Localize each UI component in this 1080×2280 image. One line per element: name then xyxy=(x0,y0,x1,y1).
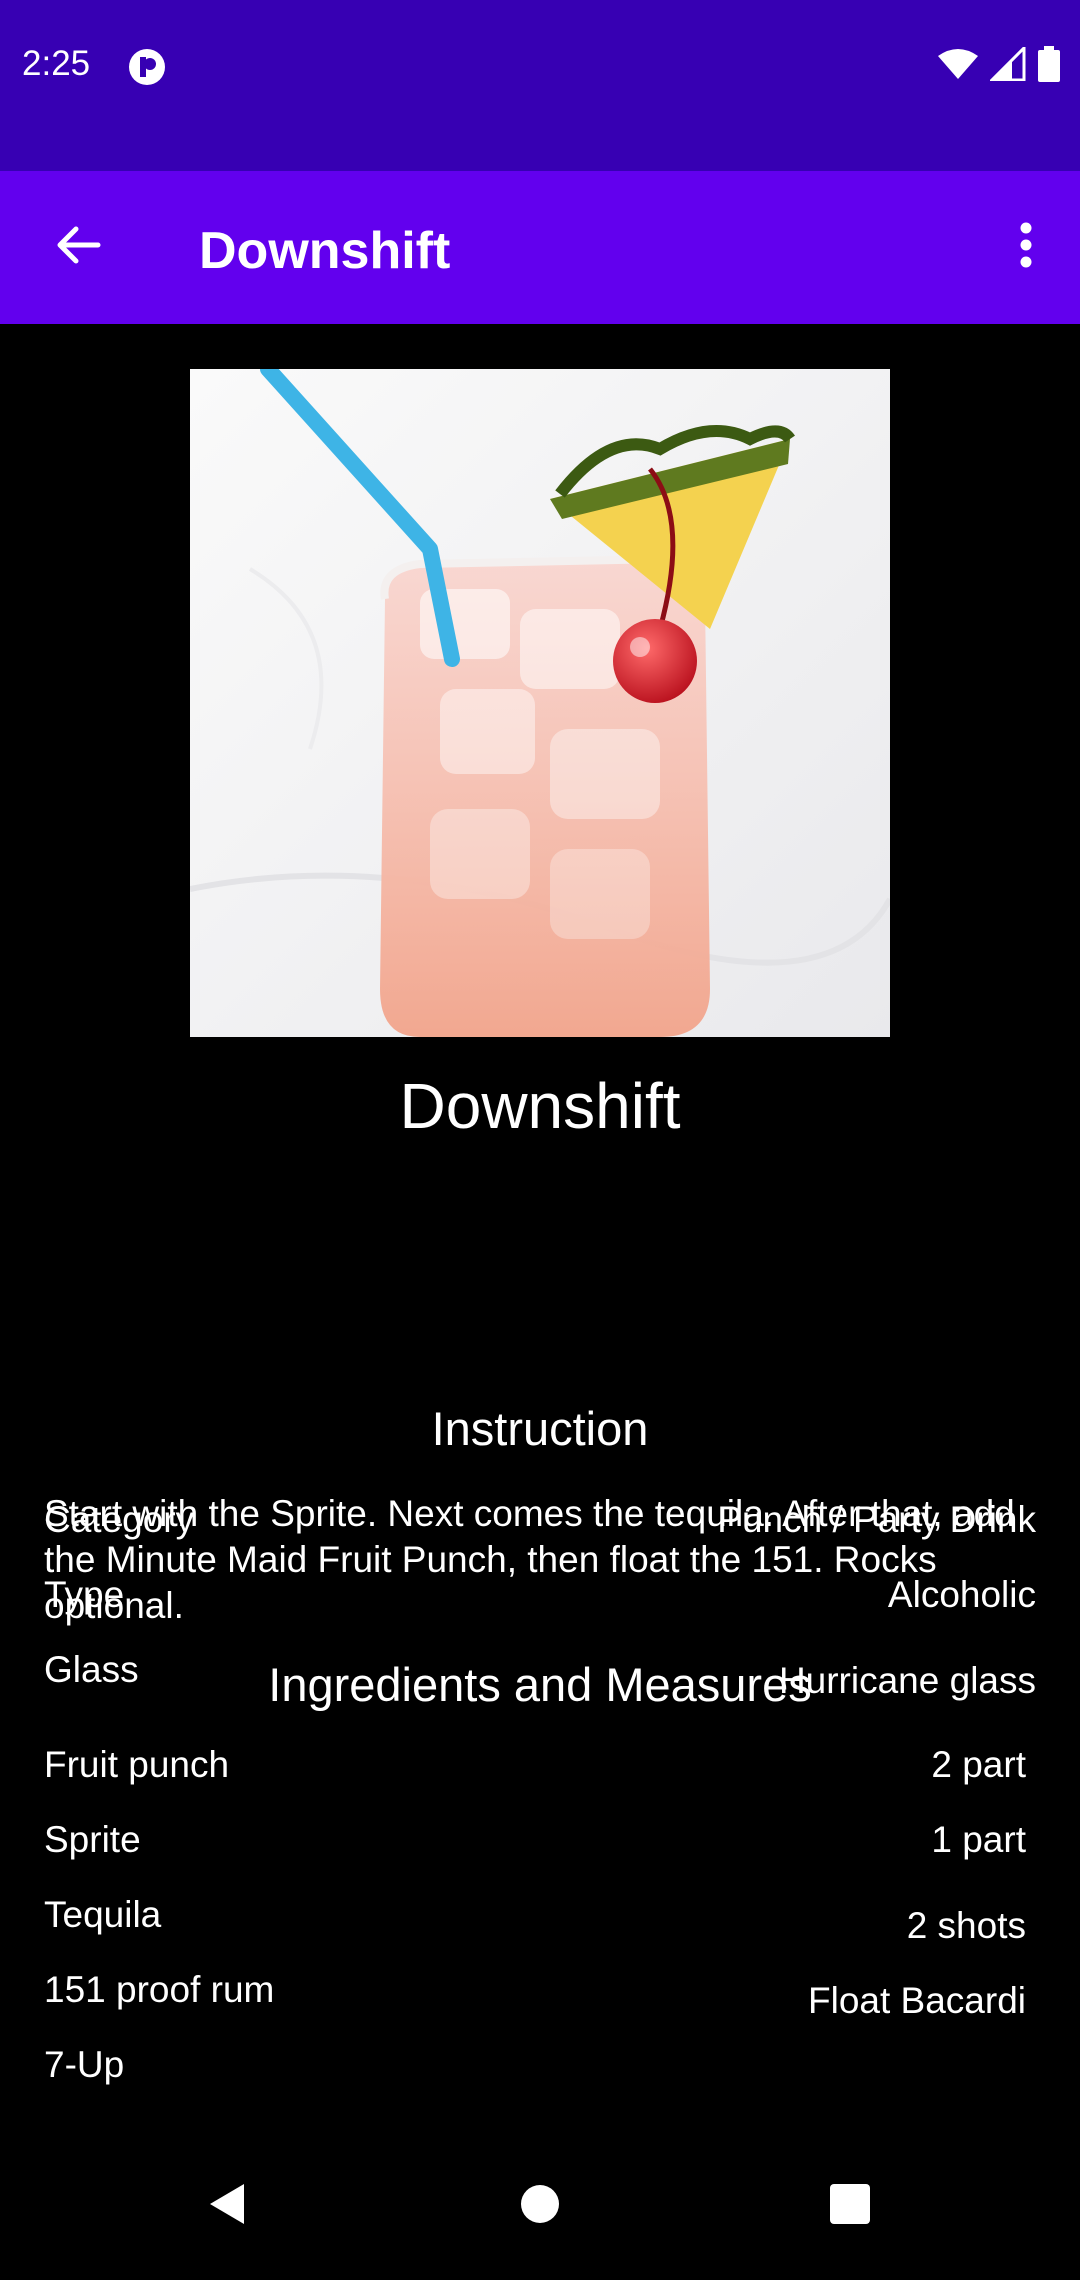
ingredient-name: Tequila xyxy=(44,1894,162,1935)
ingredient-measure: 1 part xyxy=(931,1819,1026,1860)
ingredient-measure: 2 shots xyxy=(906,1905,1026,1946)
drink-photo xyxy=(190,369,890,1037)
ingredient-name: Fruit punch xyxy=(44,1744,230,1785)
drink-detail-content[interactable]: Downshift Category Punch / Party Drink T… xyxy=(0,324,1080,2132)
ingredient-measure: 2 part xyxy=(931,1744,1026,1785)
instruction-heading: Instruction xyxy=(431,1402,649,1455)
status-bar: 2:25 xyxy=(0,0,1080,171)
nav-back-button[interactable] xyxy=(184,2164,268,2248)
more-vert-icon xyxy=(1019,221,1033,274)
app-title: Downshift xyxy=(199,222,451,280)
ingredients-heading: Ingredients and Measures xyxy=(268,1658,812,1711)
drink-name: Downshift xyxy=(399,1070,681,1142)
cell-signal-icon xyxy=(988,43,1026,86)
battery-icon xyxy=(1038,45,1060,87)
ingredient-name: 151 proof rum xyxy=(44,1969,275,2010)
arrow-back-icon xyxy=(54,221,102,274)
instruction-text: Start with the Sprite. Next comes the te… xyxy=(44,1493,1015,1626)
status-icons xyxy=(938,43,1060,87)
app-bar: Downshift xyxy=(0,171,1080,324)
system-nav-bar xyxy=(0,2132,1080,2280)
status-time: 2:25 xyxy=(22,44,91,83)
nav-home-button[interactable] xyxy=(498,2164,582,2248)
back-triangle-icon xyxy=(204,2180,248,2233)
home-circle-icon xyxy=(519,2183,561,2230)
app-notification-icon xyxy=(128,48,166,86)
back-button[interactable] xyxy=(36,205,120,289)
ingredient-measure: Float Bacardi xyxy=(808,1980,1026,2021)
ingredient-name: Sprite xyxy=(44,1819,141,1860)
recents-square-icon xyxy=(829,2183,871,2230)
wifi-icon xyxy=(938,48,978,85)
ingredient-name: 7-Up xyxy=(44,2044,125,2085)
nav-recents-button[interactable] xyxy=(808,2164,892,2248)
overflow-menu-button[interactable] xyxy=(984,205,1068,289)
